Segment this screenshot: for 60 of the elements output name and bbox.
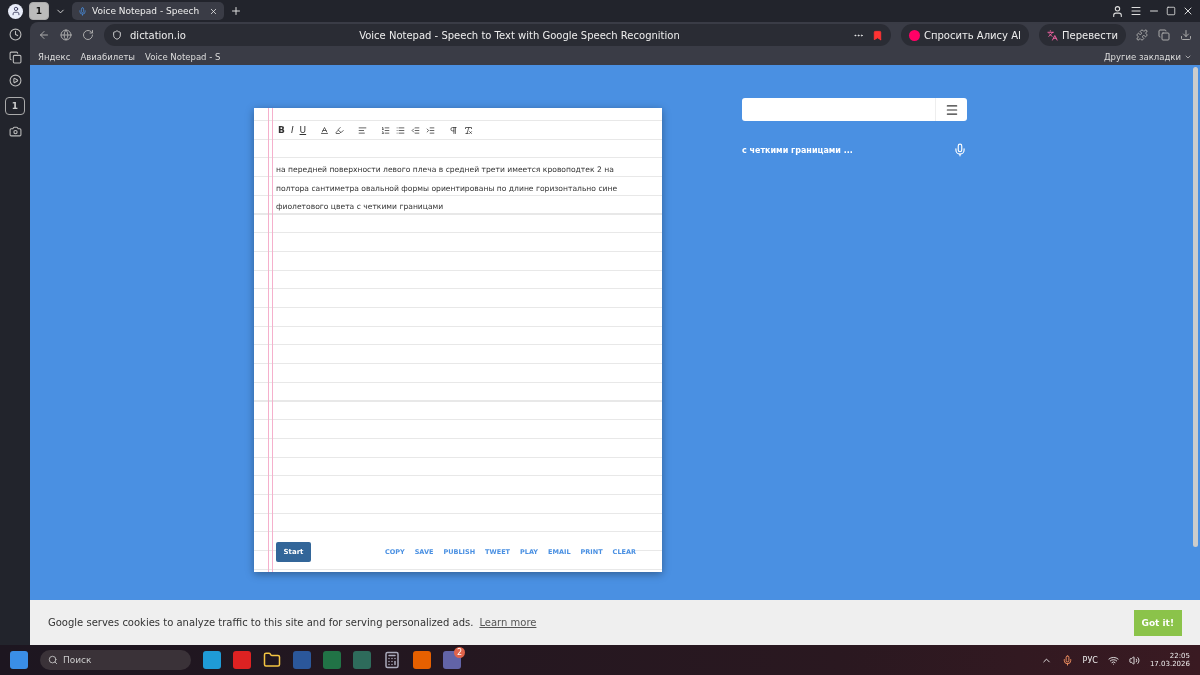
clear-format-icon[interactable] (464, 125, 474, 135)
tab-panel-icon[interactable] (1158, 29, 1170, 41)
format-button[interactable]: U (299, 125, 307, 135)
calculator-icon[interactable] (383, 651, 401, 669)
screenshot-icon[interactable] (8, 125, 22, 138)
ask-alice-button[interactable]: Спросить Алису AI (900, 24, 1029, 46)
restore-icon[interactable] (1166, 6, 1176, 16)
bookmark[interactable]: Авиабилеты (80, 51, 136, 62)
tab-title: Voice Notepad - Speech (92, 6, 201, 16)
new-tab-icon[interactable] (230, 5, 242, 17)
video-icon[interactable] (8, 74, 22, 87)
close-icon[interactable] (1182, 5, 1194, 17)
reload-icon[interactable] (82, 29, 94, 41)
download-icon[interactable] (1180, 29, 1192, 41)
address-bar[interactable]: dictation.io Voice Notepad - Speech to Text with Google Speech Recognition (104, 24, 891, 46)
numbered-list-icon[interactable] (381, 125, 391, 135)
format-button[interactable]: I (290, 125, 294, 135)
cookie-text: Google serves cookies to analyze traffic to this site and for serving personalized ads. (48, 617, 474, 628)
font-color-icon[interactable] (320, 125, 330, 135)
tab-counter[interactable]: 1 (29, 2, 49, 20)
format-button[interactable]: B (278, 125, 285, 135)
history-icon[interactable] (8, 28, 22, 41)
volume-icon[interactable] (1128, 654, 1140, 666)
scrollbar[interactable] (1193, 67, 1198, 547)
shield-icon[interactable] (112, 30, 122, 40)
other-bookmarks[interactable]: Другие закладки (1103, 51, 1192, 62)
taskbar-search-field[interactable]: Поиск (40, 650, 191, 670)
microphone-icon (78, 6, 87, 16)
input-field[interactable] (742, 98, 967, 121)
bookmark-icon[interactable] (871, 29, 883, 41)
bulleted-list-icon[interactable] (396, 125, 406, 135)
microphone-icon[interactable] (1061, 654, 1073, 666)
language-indicator[interactable]: РУС (1082, 655, 1098, 665)
collections-icon[interactable] (8, 51, 22, 64)
search-icon (48, 655, 58, 665)
notification-badge: 2 (454, 647, 465, 658)
learn-more-link[interactable]: Learn more (479, 617, 537, 628)
wifi-icon[interactable] (1107, 654, 1119, 666)
menu-icon[interactable] (1130, 5, 1142, 17)
close-tab-icon[interactable] (209, 6, 218, 16)
bookmark[interactable]: Яндекс (38, 51, 71, 62)
bookmark[interactable]: Voice Notepad - S (145, 51, 221, 62)
translate-icon (1046, 29, 1058, 41)
transcript-text: с четкими границами ... (742, 145, 853, 155)
paragraph-direction-icon[interactable] (449, 125, 459, 135)
outdent-icon[interactable] (411, 125, 421, 135)
folder-icon[interactable] (263, 651, 281, 669)
extensions-icon[interactable] (1136, 29, 1148, 41)
highlight-icon[interactable] (335, 125, 345, 135)
browser-tab[interactable]: Voice Notepad - Speech (72, 2, 224, 20)
page-title: Voice Notepad - Speech to Text with Google Speech Recognition (359, 29, 680, 41)
translate-button[interactable]: Перевести (1038, 24, 1126, 46)
back-icon[interactable] (38, 29, 50, 41)
profile-icon[interactable] (1111, 4, 1124, 18)
indent-icon[interactable] (426, 125, 436, 135)
menu-icon (944, 102, 959, 117)
tab-counter[interactable]: 1 (5, 97, 25, 115)
microphone-icon[interactable] (953, 143, 967, 157)
url-text: dictation.io (130, 29, 186, 41)
align-left-icon[interactable] (358, 125, 368, 135)
